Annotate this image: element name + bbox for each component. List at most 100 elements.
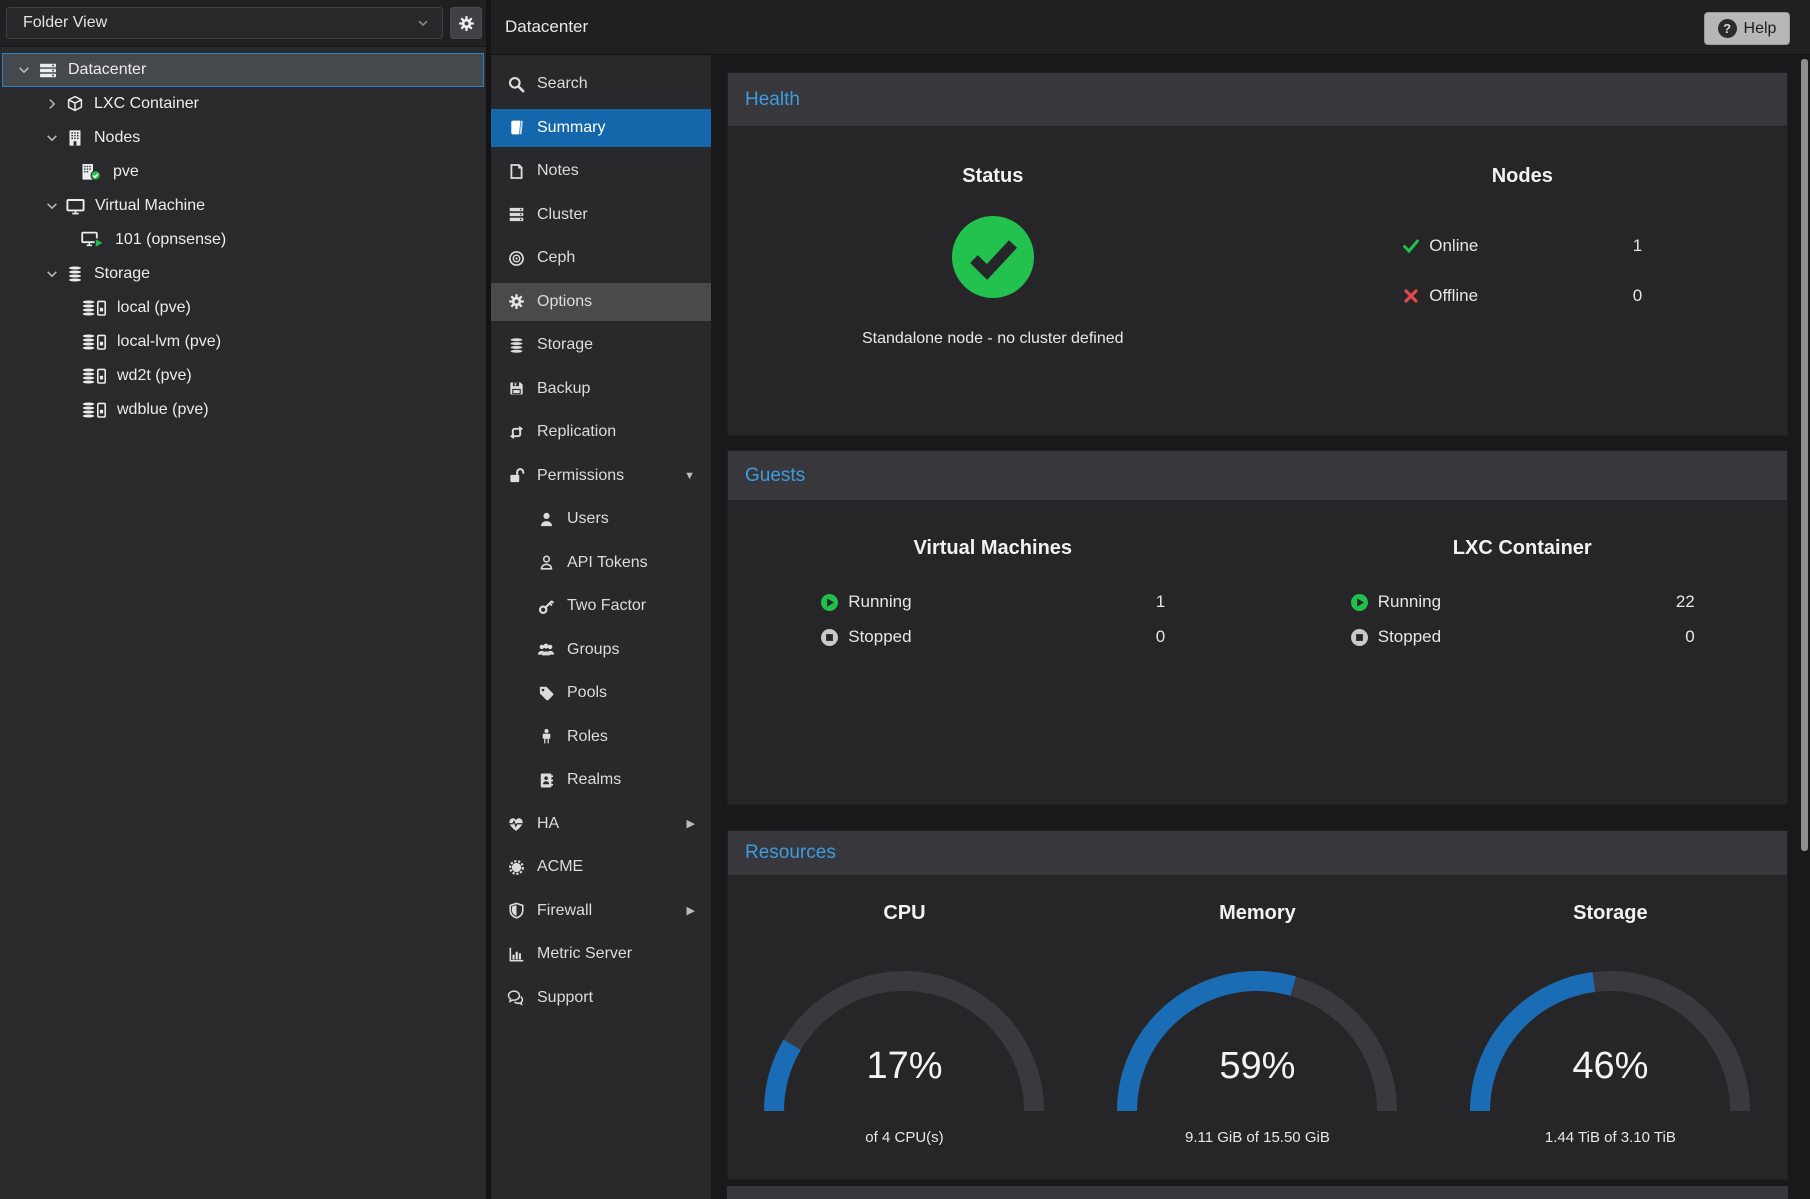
cross-icon xyxy=(1402,287,1420,305)
storage-drive-icon xyxy=(81,367,107,385)
chevron-down-icon xyxy=(416,16,430,30)
tree-item-label: pve xyxy=(113,163,139,181)
menu-item-replication[interactable]: Replication xyxy=(491,413,711,451)
menu-item-summary[interactable]: Summary xyxy=(491,109,711,147)
status-heading: Status xyxy=(962,165,1023,188)
menu-item-firewall[interactable]: Firewall ▶ xyxy=(491,892,711,930)
search-icon xyxy=(507,76,525,93)
shield-icon xyxy=(507,902,525,919)
vm-running-value: 1 xyxy=(1156,592,1165,612)
menu-item-storage[interactable]: Storage xyxy=(491,326,711,364)
storage-gauge-arc xyxy=(1460,961,1760,1121)
guests-panel: Guests Virtual Machines Running 1 Stoppe… xyxy=(727,450,1788,805)
nodes-offline-row: Offline 0 xyxy=(1402,282,1642,310)
database-icon xyxy=(507,337,525,354)
check-icon xyxy=(1402,237,1420,255)
monitor-icon xyxy=(66,198,85,215)
menu-item-users[interactable]: Users xyxy=(491,500,711,538)
next-panel-header-sliver xyxy=(727,1186,1788,1199)
menu-item-api-tokens[interactable]: API Tokens xyxy=(491,544,711,582)
topbar: Datacenter ? Help xyxy=(491,0,1810,55)
vm-running-row: Running 1 xyxy=(820,588,1165,616)
expander-down-icon[interactable] xyxy=(45,131,59,145)
lxc-running-value: 22 xyxy=(1676,592,1695,612)
menu-item-two-factor[interactable]: Two Factor xyxy=(491,587,711,625)
menu-item-ha[interactable]: HA ▶ xyxy=(491,805,711,843)
view-mode-select[interactable]: Folder View xyxy=(6,7,443,39)
menu-item-ceph[interactable]: Ceph xyxy=(491,239,711,277)
cube-icon xyxy=(66,95,84,113)
tree-toolbar: Folder View xyxy=(0,0,486,47)
storage-subtext: 1.44 TiB of 3.10 TiB xyxy=(1545,1129,1676,1146)
tree-item-label: wd2t (pve) xyxy=(117,367,192,385)
note-icon xyxy=(507,163,525,180)
database-icon xyxy=(66,265,84,283)
vm-running-label: Running xyxy=(848,592,1156,612)
menu-item-roles[interactable]: Roles xyxy=(491,718,711,756)
expander-down-icon[interactable] xyxy=(17,63,31,77)
expander-down-icon[interactable] xyxy=(45,199,59,213)
stop-circle-icon xyxy=(820,628,839,647)
node-online-icon xyxy=(81,163,103,181)
play-circle-icon xyxy=(1350,593,1369,612)
tree-item-storage-local[interactable]: local (pve) xyxy=(2,291,484,325)
play-circle-icon xyxy=(820,593,839,612)
menu-item-backup[interactable]: Backup xyxy=(491,370,711,408)
menu-item-support[interactable]: Support xyxy=(491,979,711,1017)
guests-panel-title: Guests xyxy=(728,451,1787,501)
tree-item-storage[interactable]: Storage xyxy=(2,257,484,291)
ceph-icon xyxy=(507,250,525,267)
cpu-heading: CPU xyxy=(883,902,925,925)
tree-item-pve[interactable]: pve xyxy=(2,155,484,189)
tree-item-label: Storage xyxy=(94,265,150,283)
tree-settings-button[interactable] xyxy=(450,7,482,39)
tree-item-storage-local-lvm[interactable]: local-lvm (pve) xyxy=(2,325,484,359)
tree-item-virtual-machine[interactable]: Virtual Machine xyxy=(2,189,484,223)
status-ok-icon xyxy=(950,214,1036,300)
book-icon xyxy=(507,119,525,136)
lxc-stopped-value: 0 xyxy=(1685,627,1694,647)
datacenter-menu: Search Summary Notes Cluster Ceph Option… xyxy=(491,55,711,1199)
menu-item-groups[interactable]: Groups xyxy=(491,631,711,669)
menu-item-cluster[interactable]: Cluster xyxy=(491,196,711,234)
tree-item-lxc-container[interactable]: LXC Container xyxy=(2,87,484,121)
menu-item-metric-server[interactable]: Metric Server xyxy=(491,935,711,973)
summary-content: Health Status Standalone node - no clust… xyxy=(711,55,1810,1199)
tree-item-vm-101[interactable]: 101 (opnsense) xyxy=(2,223,484,257)
vertical-scrollbar[interactable] xyxy=(1801,59,1808,851)
tree-item-nodes[interactable]: Nodes xyxy=(2,121,484,155)
caret-right-icon: ▶ xyxy=(687,904,695,917)
menu-item-options[interactable]: Options xyxy=(491,283,711,321)
tree-item-storage-wd2t[interactable]: wd2t (pve) xyxy=(2,359,484,393)
menu-item-notes[interactable]: Notes xyxy=(491,152,711,190)
expander-right-icon[interactable] xyxy=(45,97,59,111)
tree-item-label: local (pve) xyxy=(117,299,191,317)
caret-right-icon: ▶ xyxy=(687,817,695,830)
cpu-subtext: of 4 CPU(s) xyxy=(865,1129,943,1146)
menu-item-permissions[interactable]: Permissions ▼ xyxy=(491,457,711,495)
tree-item-datacenter[interactable]: Datacenter xyxy=(2,53,484,87)
gear-icon xyxy=(507,293,525,310)
cpu-percent: 17% xyxy=(754,1045,1054,1088)
help-button[interactable]: ? Help xyxy=(1704,12,1790,45)
expander-down-icon[interactable] xyxy=(45,267,59,281)
proxmox-datacenter-window: Folder View Datacenter xyxy=(0,0,1810,1199)
memory-gauge: Memory 59% 9.11 GiB of 15.50 GiB xyxy=(1081,876,1434,1146)
storage-drive-icon xyxy=(81,333,107,351)
offline-value: 0 xyxy=(1633,286,1642,306)
tree-item-label: LXC Container xyxy=(94,95,199,113)
tree-item-label: wdblue (pve) xyxy=(117,401,209,419)
cpu-gauge-arc xyxy=(754,961,1054,1121)
lxc-heading: LXC Container xyxy=(1453,537,1592,560)
online-label: Online xyxy=(1429,236,1633,256)
resource-tree-panel: Folder View Datacenter xyxy=(0,0,486,1199)
menu-item-pools[interactable]: Pools xyxy=(491,674,711,712)
bar-chart-icon xyxy=(507,946,525,963)
resources-panel-title: Resources xyxy=(728,831,1787,876)
tree-item-storage-wdblue[interactable]: wdblue (pve) xyxy=(2,393,484,427)
storage-percent: 46% xyxy=(1460,1045,1760,1088)
menu-item-realms[interactable]: Realms xyxy=(491,761,711,799)
menu-item-acme[interactable]: ACME xyxy=(491,848,711,886)
tree-item-label: Virtual Machine xyxy=(95,197,205,215)
menu-item-search[interactable]: Search xyxy=(491,65,711,103)
